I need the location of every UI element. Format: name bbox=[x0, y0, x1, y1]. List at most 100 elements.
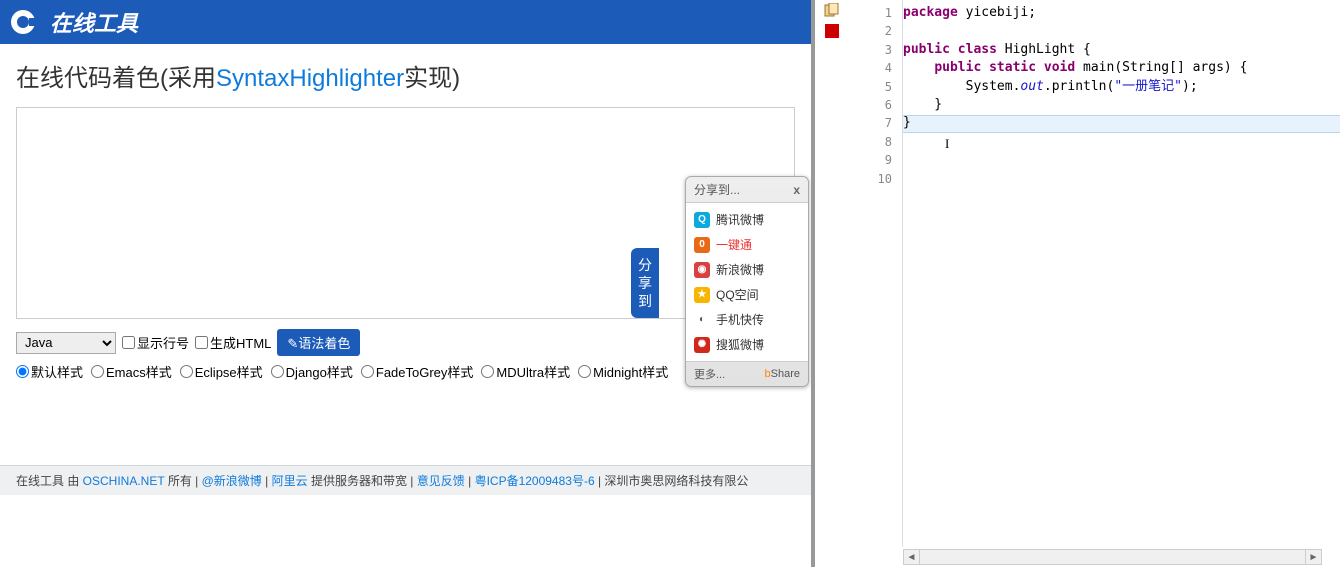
share-service-icon: 0 bbox=[694, 237, 710, 253]
share-service-icon: ◉ bbox=[694, 262, 710, 278]
stop-icon[interactable] bbox=[821, 22, 843, 40]
line-number: 7 bbox=[859, 114, 902, 132]
share-popup: 分享到... x Q 腾讯微博 0一键通◉新浪微博 ★ QQ空间 ◐ 手机快传 ✺搜狐微博 更… bbox=[685, 176, 809, 387]
bshare-brand[interactable]: bShare bbox=[765, 368, 800, 380]
share-item[interactable]: ★ QQ空间 bbox=[686, 282, 808, 307]
code-token bbox=[903, 60, 934, 75]
code-line bbox=[903, 151, 1340, 169]
style-radio-label: 默认样式 bbox=[31, 362, 83, 381]
share-to-tab[interactable]: 分 享 到 bbox=[631, 248, 659, 318]
share-popup-title: 分享到... bbox=[694, 181, 740, 198]
footer-text: 在线工具 由 bbox=[16, 474, 83, 488]
code-token: } bbox=[903, 115, 911, 130]
style-radio-label: Eclipse样式 bbox=[195, 362, 263, 381]
highlight-button[interactable]: ✎语法着色 bbox=[277, 329, 360, 356]
close-icon[interactable]: x bbox=[793, 183, 800, 197]
style-radio-4[interactable]: FadeToGrey样式 bbox=[361, 362, 474, 381]
share-service-icon: ◐ bbox=[694, 312, 710, 328]
share-tab-char: 分 bbox=[631, 256, 659, 274]
share-item-label: 腾讯微博 bbox=[716, 211, 764, 228]
style-radio-input[interactable] bbox=[180, 365, 193, 378]
code-line: } bbox=[903, 114, 1340, 132]
share-tab-char: 享 bbox=[631, 274, 659, 292]
share-item-label: QQ空间 bbox=[716, 286, 759, 303]
style-radio-input[interactable] bbox=[578, 365, 591, 378]
code-token: HighLight { bbox=[1005, 42, 1091, 57]
linenum-checkbox[interactable] bbox=[122, 336, 135, 349]
genhtml-checkbox[interactable] bbox=[195, 336, 208, 349]
scroll-right-icon[interactable]: ► bbox=[1305, 550, 1321, 564]
code-token: yicebiji; bbox=[966, 5, 1036, 20]
code-token: main(String[] bbox=[1083, 60, 1193, 75]
code-line: } bbox=[903, 96, 1340, 114]
bshare-share: Share bbox=[771, 368, 800, 380]
line-number: 1 bbox=[859, 4, 902, 22]
footer-text: 所有 | bbox=[168, 474, 202, 488]
copy-icon[interactable] bbox=[821, 2, 843, 20]
line-number: 2 bbox=[859, 22, 902, 40]
code-token: System. bbox=[903, 79, 1020, 94]
style-radio-0[interactable]: 默认样式 bbox=[16, 362, 83, 381]
code-line bbox=[903, 133, 1340, 151]
share-item[interactable]: ◉新浪微博 bbox=[686, 257, 808, 282]
share-item[interactable]: Q 腾讯微博 bbox=[686, 207, 808, 232]
linenum-checkbox-wrap[interactable]: 显示行号 bbox=[122, 333, 189, 352]
share-service-icon: ★ bbox=[694, 287, 710, 303]
line-number: 3 bbox=[859, 41, 902, 59]
style-radio-input[interactable] bbox=[361, 365, 374, 378]
style-radio-label: MDUltra样式 bbox=[496, 362, 570, 381]
line-number: 6 bbox=[859, 96, 902, 114]
wand-icon: ✎ bbox=[287, 336, 298, 351]
style-radio-2[interactable]: Eclipse样式 bbox=[180, 362, 263, 381]
style-radio-row: 默认样式 Emacs样式 Eclipse样式 Django样式 FadeToGrey样式… bbox=[16, 362, 795, 381]
share-popup-footer: 更多... bShare bbox=[686, 361, 808, 386]
code-token: } bbox=[903, 97, 942, 112]
share-service-icon: Q bbox=[694, 212, 710, 228]
code-input-textarea[interactable] bbox=[16, 107, 795, 319]
share-item-label: 手机快传 bbox=[716, 311, 764, 328]
share-item[interactable]: 0一键通 bbox=[686, 232, 808, 257]
line-number: 10 bbox=[859, 170, 902, 188]
style-radio-input[interactable] bbox=[91, 365, 104, 378]
style-radio-5[interactable]: MDUltra样式 bbox=[481, 362, 570, 381]
highlight-button-label: 语法着色 bbox=[298, 336, 350, 351]
oschina-link[interactable]: OSCHINA.NET bbox=[83, 474, 165, 488]
code-token: package bbox=[903, 5, 966, 20]
editor-code-body[interactable]: package yicebiji; public class HighLight… bbox=[903, 4, 1340, 547]
aliyun-link[interactable]: 阿里云 bbox=[272, 474, 308, 488]
horizontal-scrollbar[interactable]: ◄ ► bbox=[903, 549, 1322, 565]
share-list: Q 腾讯微博 0一键通◉新浪微博 ★ QQ空间 ◐ 手机快传 ✺搜狐微博 bbox=[686, 203, 808, 361]
style-radio-6[interactable]: Midnight样式 bbox=[578, 362, 668, 381]
code-token: "一册笔记" bbox=[1114, 79, 1182, 94]
code-line: public class HighLight { bbox=[903, 41, 1340, 59]
syntax-highlighter-link[interactable]: SyntaxHighlighter bbox=[216, 65, 404, 92]
web-tool-pane: 在线工具 在线代码着色(采用SyntaxHighlighter实现) 分 享 到… bbox=[0, 0, 811, 567]
style-radio-input[interactable] bbox=[16, 365, 29, 378]
share-item[interactable]: ✺搜狐微博 bbox=[686, 332, 808, 357]
code-token: public class bbox=[903, 42, 1005, 57]
style-radio-input[interactable] bbox=[481, 365, 494, 378]
style-radio-input[interactable] bbox=[271, 365, 284, 378]
linenum-label: 显示行号 bbox=[137, 333, 189, 352]
style-radio-label: FadeToGrey样式 bbox=[376, 362, 474, 381]
page-title-prefix: 在线代码着色(采用 bbox=[16, 65, 216, 92]
style-radio-3[interactable]: Django样式 bbox=[271, 362, 353, 381]
icp-link[interactable]: 粤ICP备12009483号-6 bbox=[475, 474, 595, 488]
weibo-link[interactable]: @新浪微博 bbox=[202, 474, 262, 488]
style-radio-1[interactable]: Emacs样式 bbox=[91, 362, 172, 381]
genhtml-checkbox-wrap[interactable]: 生成HTML bbox=[195, 333, 271, 352]
code-token: out bbox=[1020, 79, 1043, 94]
code-line: public static void main(String[] args) { bbox=[903, 59, 1340, 77]
style-radio-label: Midnight样式 bbox=[593, 362, 668, 381]
code-line: System.out.println("一册笔记"); bbox=[903, 78, 1340, 96]
editor-toolbar bbox=[821, 2, 855, 42]
scroll-left-icon[interactable]: ◄ bbox=[904, 550, 920, 564]
site-header: 在线工具 bbox=[0, 0, 811, 44]
code-token: args bbox=[1193, 60, 1224, 75]
language-select[interactable]: Java bbox=[16, 332, 116, 354]
share-tab-char: 到 bbox=[631, 292, 659, 310]
page-title-suffix: 实现) bbox=[404, 65, 460, 92]
feedback-link[interactable]: 意见反馈 bbox=[417, 474, 465, 488]
share-more-link[interactable]: 更多... bbox=[694, 366, 725, 382]
share-item[interactable]: ◐ 手机快传 bbox=[686, 307, 808, 332]
